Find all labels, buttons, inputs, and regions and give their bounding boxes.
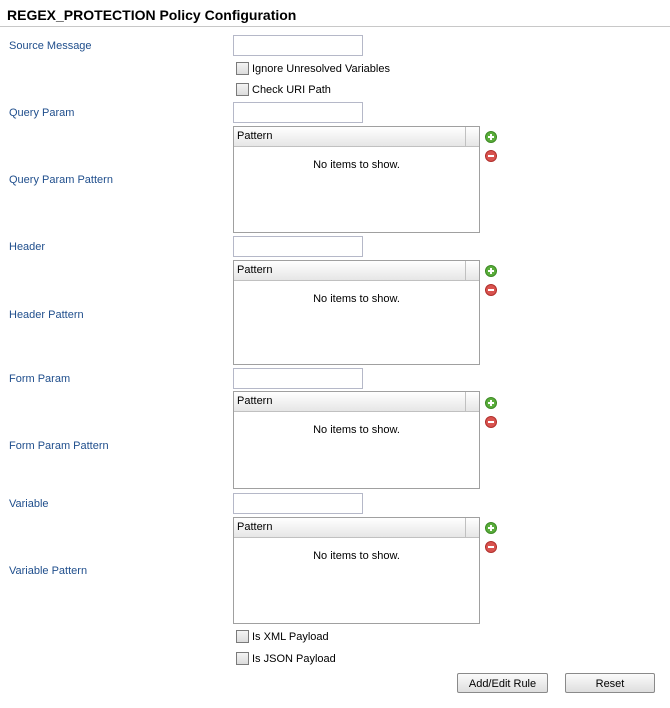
pattern-column-header[interactable]: Pattern xyxy=(234,127,466,146)
remove-icon[interactable] xyxy=(485,150,497,162)
header-label: Header xyxy=(9,241,46,253)
grid-header: Pattern xyxy=(234,392,479,412)
add-icon[interactable] xyxy=(485,522,497,534)
is-json-payload-checkbox[interactable]: Is JSON Payload xyxy=(236,652,336,665)
grid-header: Pattern xyxy=(234,518,479,538)
query-param-pattern-grid[interactable]: Pattern No items to show. xyxy=(233,126,480,233)
is-xml-payload-checkbox[interactable]: Is XML Payload xyxy=(236,630,329,643)
source-message-label: Source Message xyxy=(9,40,92,52)
checkbox-box[interactable] xyxy=(236,652,249,665)
ignore-unresolved-checkbox[interactable]: Ignore Unresolved Variables xyxy=(236,62,390,75)
is-json-payload-label: Is JSON Payload xyxy=(252,652,336,665)
form-param-pattern-label: Form Param Pattern xyxy=(9,440,109,452)
query-param-pattern-label: Query Param Pattern xyxy=(9,174,113,186)
grid-header: Pattern xyxy=(234,127,479,147)
reset-button[interactable]: Reset xyxy=(565,673,655,693)
variable-pattern-grid[interactable]: Pattern No items to show. xyxy=(233,517,480,624)
remove-icon[interactable] xyxy=(485,284,497,296)
pattern-column-header[interactable]: Pattern xyxy=(234,518,466,537)
query-param-input[interactable] xyxy=(233,102,363,123)
variable-pattern-label: Variable Pattern xyxy=(9,565,88,577)
checkbox-box[interactable] xyxy=(236,62,249,75)
grid-empty-text: No items to show. xyxy=(313,159,400,171)
header-pattern-grid[interactable]: Pattern No items to show. xyxy=(233,260,480,365)
form-param-label: Form Param xyxy=(9,373,71,385)
title-divider xyxy=(0,26,670,27)
grid-header: Pattern xyxy=(234,261,479,281)
ignore-unresolved-label: Ignore Unresolved Variables xyxy=(252,62,390,75)
form-param-input[interactable] xyxy=(233,368,363,389)
grid-empty-text: No items to show. xyxy=(313,550,400,562)
remove-icon[interactable] xyxy=(485,416,497,428)
check-uri-path-label: Check URI Path xyxy=(252,83,331,96)
header-pattern-label: Header Pattern xyxy=(9,309,84,321)
variable-input[interactable] xyxy=(233,493,363,514)
source-message-input[interactable] xyxy=(233,35,363,56)
is-xml-payload-label: Is XML Payload xyxy=(252,630,329,643)
query-param-label: Query Param xyxy=(9,107,75,119)
grid-empty-text: No items to show. xyxy=(313,293,400,305)
add-icon[interactable] xyxy=(485,397,497,409)
pattern-column-header[interactable]: Pattern xyxy=(234,261,466,280)
checkbox-box[interactable] xyxy=(236,83,249,96)
add-edit-rule-button[interactable]: Add/Edit Rule xyxy=(457,673,548,693)
grid-empty-text: No items to show. xyxy=(313,424,400,436)
header-input[interactable] xyxy=(233,236,363,257)
page-title: REGEX_PROTECTION Policy Configuration xyxy=(7,7,297,23)
add-icon[interactable] xyxy=(485,131,497,143)
form-param-pattern-grid[interactable]: Pattern No items to show. xyxy=(233,391,480,489)
checkbox-box[interactable] xyxy=(236,630,249,643)
add-icon[interactable] xyxy=(485,265,497,277)
variable-label: Variable xyxy=(9,498,49,510)
pattern-column-header[interactable]: Pattern xyxy=(234,392,466,411)
remove-icon[interactable] xyxy=(485,541,497,553)
check-uri-path-checkbox[interactable]: Check URI Path xyxy=(236,83,331,96)
